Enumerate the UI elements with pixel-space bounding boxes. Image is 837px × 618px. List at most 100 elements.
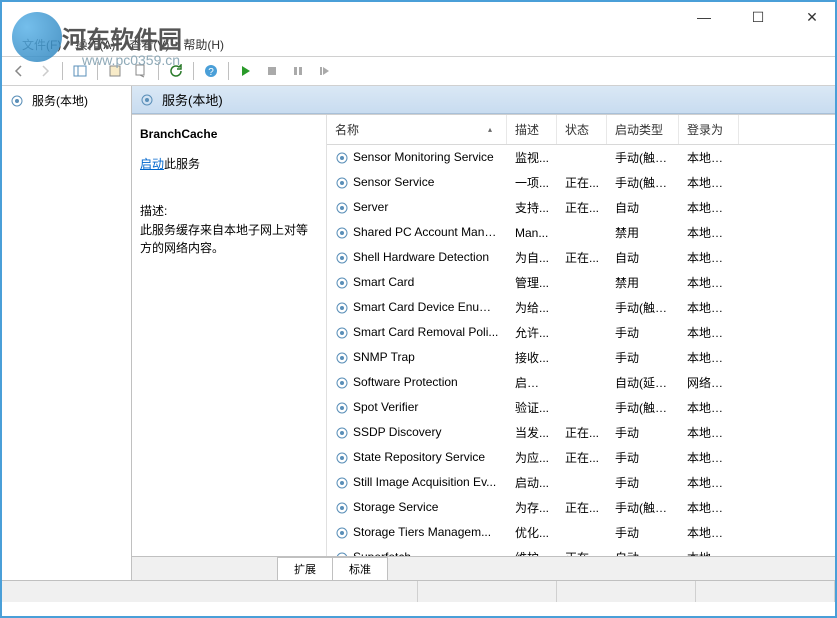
restart-button[interactable] — [313, 60, 335, 82]
cell-startup: 自动(延迟... — [607, 372, 679, 393]
help-button[interactable]: ? — [200, 60, 222, 82]
cell-status — [557, 231, 607, 235]
maximize-button[interactable]: ☐ — [743, 9, 773, 26]
table-row[interactable]: Shared PC Account Mana...Man...禁用本地系统 — [327, 220, 835, 245]
cell-startup: 自动 — [607, 247, 679, 268]
col-name[interactable]: 名称▴ — [327, 115, 507, 144]
table-row[interactable]: Server支持...正在...自动本地系统 — [327, 195, 835, 220]
table-row[interactable]: Spot Verifier验证...手动(触发...本地系统 — [327, 395, 835, 420]
cell-startup: 手动 — [607, 347, 679, 368]
cell-desc: 接收... — [507, 347, 557, 368]
cell-name: Smart Card — [327, 273, 507, 292]
table-row[interactable]: State Repository Service为应...正在...手动本地系统 — [327, 445, 835, 470]
gear-icon — [10, 94, 24, 108]
cell-name: Storage Tiers Managem... — [327, 523, 507, 542]
table-row[interactable]: Smart Card Removal Poli...允许...手动本地系统 — [327, 320, 835, 345]
col-startup[interactable]: 启动类型 — [607, 115, 679, 144]
col-desc[interactable]: 描述 — [507, 115, 557, 144]
tab-extended[interactable]: 扩展 — [277, 557, 333, 580]
start-link[interactable]: 启动 — [140, 157, 164, 171]
table-row[interactable]: Shell Hardware Detection为自...正在...自动本地系统 — [327, 245, 835, 270]
table-row[interactable]: Storage Tiers Managem...优化...手动本地系统 — [327, 520, 835, 545]
gear-icon — [335, 151, 349, 165]
table-row[interactable]: Smart Card Device Enum...为给...手动(触发...本地… — [327, 295, 835, 320]
cell-logon: 本地系统 — [679, 472, 739, 493]
col-logon[interactable]: 登录为 — [679, 115, 739, 144]
gear-icon — [335, 476, 349, 490]
cell-desc: 维护... — [507, 547, 557, 556]
cell-desc: 优化... — [507, 522, 557, 543]
cell-startup: 手动(触发... — [607, 297, 679, 318]
table-row[interactable]: Storage Service为存...正在...手动(触发...本地系统 — [327, 495, 835, 520]
refresh-button[interactable] — [165, 60, 187, 82]
cell-logon: 本地系统 — [679, 172, 739, 193]
cell-status: 正在... — [557, 497, 607, 518]
table-row[interactable]: Software Protection启用 ...自动(延迟...网络服务 — [327, 370, 835, 395]
menu-file[interactable]: 文件(F) — [22, 36, 61, 53]
cell-startup: 手动 — [607, 447, 679, 468]
minimize-button[interactable]: — — [689, 9, 719, 25]
gear-icon — [335, 301, 349, 315]
col-status[interactable]: 状态 — [557, 115, 607, 144]
list-header: 名称▴ 描述 状态 启动类型 登录为 — [327, 115, 835, 145]
cell-status: 正在... — [557, 422, 607, 443]
cell-logon: 网络服务 — [679, 372, 739, 393]
menu-action[interactable]: 操作(A) — [75, 36, 115, 53]
cell-desc: 管理... — [507, 272, 557, 293]
table-row[interactable]: Still Image Acquisition Ev...启动...手动本地系统 — [327, 470, 835, 495]
cell-name: SNMP Trap — [327, 348, 507, 367]
table-row[interactable]: Superfetch维护...正在...自动本地系统 — [327, 545, 835, 556]
table-row[interactable]: Sensor Monitoring Service监视...手动(触发...本地… — [327, 145, 835, 170]
gear-icon — [335, 376, 349, 390]
menu-help[interactable]: 帮助(H) — [183, 36, 224, 53]
pause-button[interactable] — [287, 60, 309, 82]
forward-button[interactable] — [34, 60, 56, 82]
pane-header: 服务(本地) — [132, 86, 835, 114]
gear-icon — [335, 526, 349, 540]
menubar: 文件(F) 操作(A) 查看(V) 帮助(H) — [2, 32, 835, 56]
cell-startup: 手动 — [607, 472, 679, 493]
cell-startup: 禁用 — [607, 272, 679, 293]
cell-startup: 自动 — [607, 547, 679, 556]
cell-name: Storage Service — [327, 498, 507, 517]
gear-icon — [335, 201, 349, 215]
tab-standard[interactable]: 标准 — [332, 557, 388, 580]
export-button[interactable] — [130, 60, 152, 82]
table-row[interactable]: Sensor Service一项...正在...手动(触发...本地系统 — [327, 170, 835, 195]
cell-logon: 本地系统 — [679, 447, 739, 468]
cell-logon: 本地系统 — [679, 547, 739, 556]
back-button[interactable] — [8, 60, 30, 82]
toolbar: ? — [2, 56, 835, 86]
cell-startup: 手动 — [607, 322, 679, 343]
properties-button[interactable] — [104, 60, 126, 82]
cell-name: Sensor Service — [327, 173, 507, 192]
cell-status — [557, 356, 607, 360]
cell-startup: 手动 — [607, 522, 679, 543]
cell-desc: 启用 ... — [507, 372, 557, 393]
table-row[interactable]: Smart Card管理... 禁用本地服务 — [327, 270, 835, 295]
cell-desc: 监视... — [507, 147, 557, 168]
cell-startup: 禁用 — [607, 222, 679, 243]
menu-view[interactable]: 查看(V) — [129, 36, 169, 53]
cell-logon: 本地服务 — [679, 272, 739, 293]
table-row[interactable]: SSDP Discovery当发...正在...手动本地服务 — [327, 420, 835, 445]
cell-name: Still Image Acquisition Ev... — [327, 473, 507, 492]
start-button[interactable] — [235, 60, 257, 82]
cell-name: Shared PC Account Mana... — [327, 223, 507, 242]
gear-icon — [140, 93, 154, 107]
close-button[interactable]: ✕ — [797, 9, 827, 26]
services-list[interactable]: 名称▴ 描述 状态 启动类型 登录为 Sensor Monitoring Ser… — [327, 115, 835, 556]
table-row[interactable]: SNMP Trap接收...手动本地服务 — [327, 345, 835, 370]
show-hide-button[interactable] — [69, 60, 91, 82]
gear-icon — [335, 451, 349, 465]
sort-arrow-icon: ▴ — [488, 125, 492, 134]
gear-icon — [335, 326, 349, 340]
cell-status: 正在... — [557, 247, 607, 268]
tree-item-label: 服务(本地) — [32, 92, 88, 109]
cell-logon: 本地系统 — [679, 297, 739, 318]
cell-status — [557, 281, 607, 285]
stop-button[interactable] — [261, 60, 283, 82]
cell-status — [557, 306, 607, 310]
cell-desc: 为给... — [507, 297, 557, 318]
tree-item-services[interactable]: 服务(本地) — [6, 90, 127, 111]
